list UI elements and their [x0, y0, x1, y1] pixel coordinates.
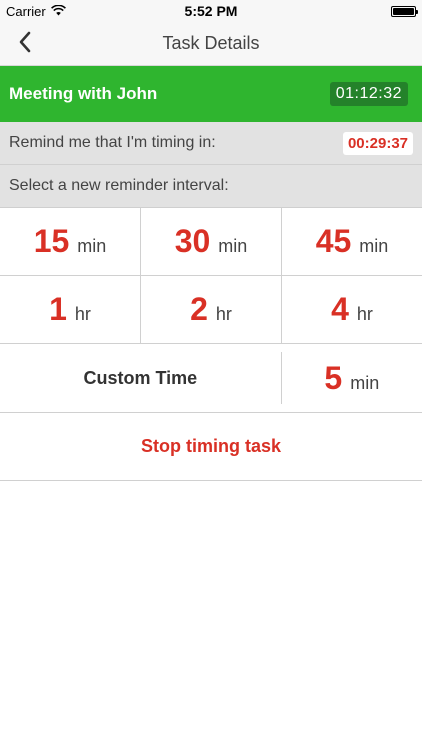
task-header: Meeting with John 01:12:32	[0, 66, 422, 122]
custom-time-row: Custom Time 5 min	[0, 344, 422, 413]
interval-value: 4	[331, 291, 349, 327]
interval-4-hr-button[interactable]: 4 hr	[282, 276, 422, 343]
interval-value: 1	[49, 291, 67, 327]
interval-15-min-button[interactable]: 15 min	[0, 208, 141, 275]
elapsed-timer: 01:12:32	[329, 82, 408, 106]
interval-value: 30	[174, 223, 211, 259]
reminder-bar: Remind me that I'm timing in: 00:29:37	[0, 122, 422, 165]
interval-unit: min	[359, 236, 389, 256]
interval-value: 45	[315, 223, 352, 259]
custom-time-button[interactable]: Custom Time	[0, 344, 281, 412]
stop-timing-label: Stop timing task	[140, 436, 281, 456]
custom-value-number: 5	[324, 359, 343, 396]
interval-section-header: Select a new reminder interval:	[0, 165, 422, 208]
navigation-bar: Task Details	[0, 22, 422, 66]
interval-30-min-button[interactable]: 30 min	[141, 208, 282, 275]
custom-time-value[interactable]: 5 min	[282, 344, 422, 412]
stop-timing-button[interactable]: Stop timing task	[0, 413, 422, 481]
status-time: 5:52 PM	[184, 3, 238, 19]
custom-value-unit: min	[350, 372, 380, 393]
interval-row-minutes: 15 min 30 min 45 min	[0, 208, 422, 276]
task-title: Meeting with John	[9, 84, 158, 103]
reminder-label: Remind me that I'm timing in:	[9, 134, 216, 151]
interval-1-hr-button[interactable]: 1 hr	[0, 276, 141, 343]
interval-unit: hr	[215, 304, 232, 324]
status-bar: Carrier 5:52 PM	[0, 0, 422, 22]
interval-45-min-button[interactable]: 45 min	[282, 208, 422, 275]
interval-unit: min	[77, 236, 107, 256]
interval-value: 2	[190, 291, 208, 327]
interval-unit: hr	[74, 304, 91, 324]
page-title: Task Details	[162, 33, 260, 53]
custom-time-label: Custom Time	[83, 367, 198, 388]
battery-icon	[391, 6, 418, 17]
interval-unit: min	[218, 236, 248, 256]
interval-2-hr-button[interactable]: 2 hr	[141, 276, 282, 343]
interval-label: Select a new reminder interval:	[9, 177, 229, 194]
reminder-countdown: 00:29:37	[342, 131, 413, 155]
interval-unit: hr	[356, 304, 373, 324]
interval-value: 15	[33, 223, 70, 259]
interval-row-hours: 1 hr 2 hr 4 hr	[0, 276, 422, 344]
